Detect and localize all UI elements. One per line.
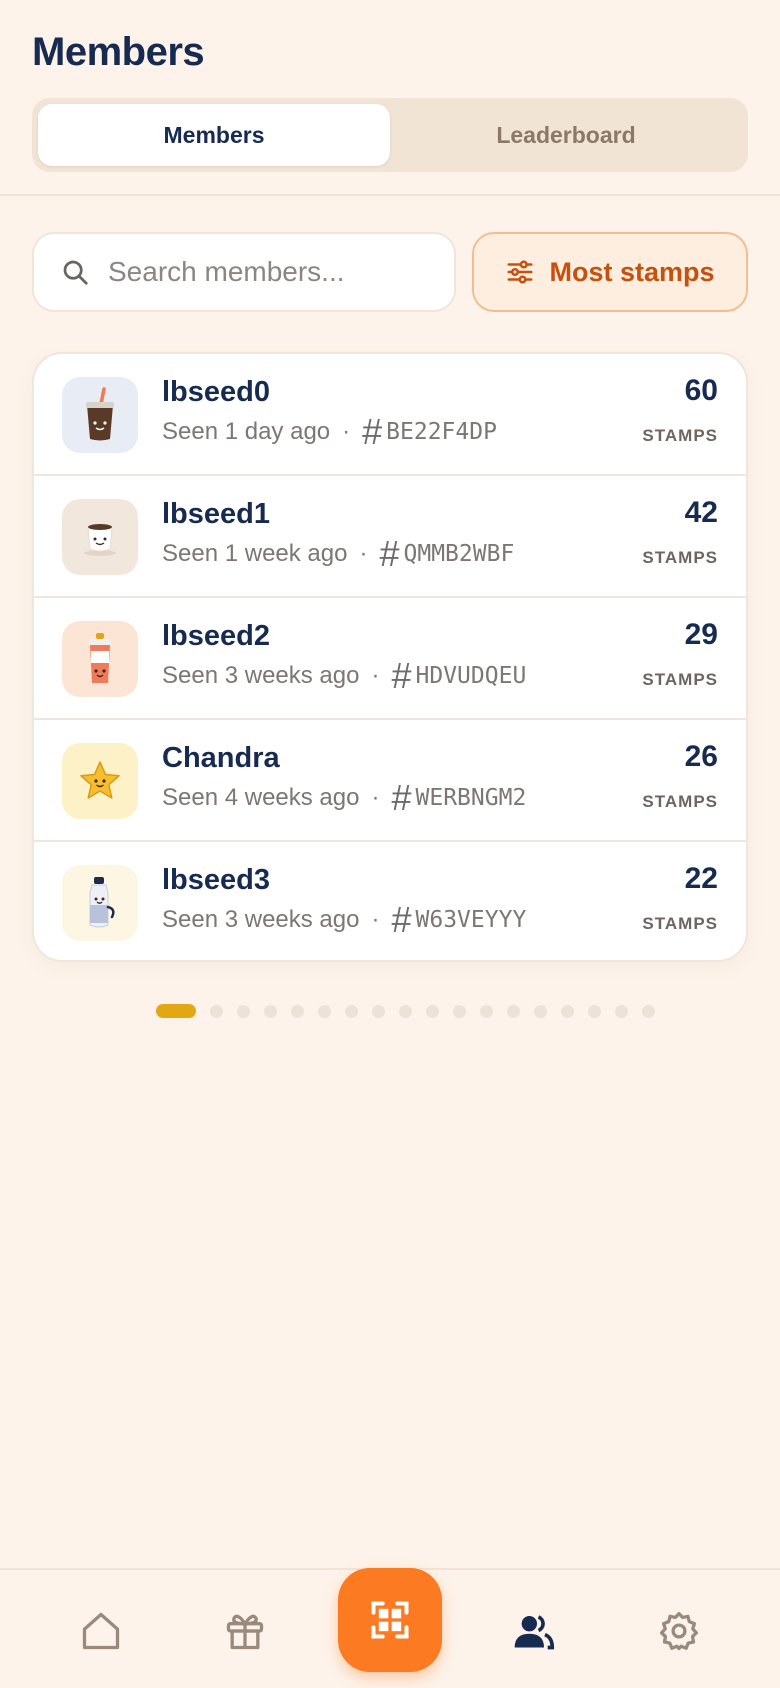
header-divider xyxy=(0,194,780,196)
stamp-count: 60 xyxy=(684,374,718,407)
pagination-dot[interactable] xyxy=(588,1004,601,1018)
member-name: Chandra xyxy=(162,742,280,774)
users-icon xyxy=(514,1615,555,1650)
member-seen: Seen 3 weeks ago xyxy=(162,906,360,933)
pagination-dots xyxy=(156,1003,669,1019)
member-row[interactable]: lbseed0 Seen 1 day ago · # BE22F4DP 60 S… xyxy=(34,354,746,476)
stamps-label: STAMPS xyxy=(642,548,718,567)
milk-bottle-icon xyxy=(89,877,115,928)
member-code: W63VEYYY xyxy=(415,907,527,933)
separator-dot: · xyxy=(371,906,380,933)
separator-dot: · xyxy=(359,540,368,567)
stamp-count: 22 xyxy=(684,862,718,895)
member-meta: Seen 1 day ago · # BE22F4DP xyxy=(162,411,497,452)
scan-button[interactable] xyxy=(338,1568,442,1672)
gear-icon xyxy=(659,1611,699,1651)
pagination-dot[interactable] xyxy=(399,1004,412,1018)
pagination-dot[interactable] xyxy=(480,1004,493,1018)
member-name: lbseed1 xyxy=(162,498,270,530)
star-icon xyxy=(80,761,120,799)
nav-rewards[interactable] xyxy=(220,1606,270,1656)
stamps-label: STAMPS xyxy=(642,426,718,445)
search-box[interactable] xyxy=(32,232,456,312)
member-name: lbseed0 xyxy=(162,376,270,408)
stamps-label: STAMPS xyxy=(642,670,718,689)
member-avatar xyxy=(62,621,138,697)
stamps-label: STAMPS xyxy=(642,792,718,811)
member-meta: Seen 3 weeks ago · # HDVUDQEU xyxy=(162,655,527,696)
member-name: lbseed2 xyxy=(162,620,270,652)
pagination-dot[interactable] xyxy=(534,1004,547,1018)
member-meta: Seen 3 weeks ago · # W63VEYYY xyxy=(162,899,527,940)
member-seen: Seen 3 weeks ago xyxy=(162,662,360,689)
takeaway-cup-icon xyxy=(89,633,111,683)
member-row[interactable]: Chandra Seen 4 weeks ago · # WERBNGM2 26… xyxy=(34,720,746,842)
separator-dot: · xyxy=(371,662,380,689)
member-code: QMMB2WBF xyxy=(403,541,515,567)
qr-scan-icon xyxy=(371,1601,409,1639)
pagination-dot[interactable] xyxy=(237,1004,250,1018)
pagination-dot[interactable] xyxy=(615,1004,628,1018)
member-name: lbseed3 xyxy=(162,864,270,896)
hash-icon: # xyxy=(362,411,383,452)
member-seen: Seen 4 weeks ago xyxy=(162,784,360,811)
pagination-dot[interactable] xyxy=(318,1004,331,1018)
pagination-dot[interactable] xyxy=(345,1004,358,1018)
pagination-dot[interactable] xyxy=(291,1004,304,1018)
member-seen: Seen 1 day ago xyxy=(162,418,331,445)
member-code: BE22F4DP xyxy=(386,419,497,445)
nav-home[interactable] xyxy=(76,1606,126,1656)
pagination-dot[interactable] xyxy=(156,1004,196,1018)
member-meta: Seen 1 week ago · # QMMB2WBF xyxy=(162,533,515,574)
gift-icon xyxy=(226,1614,264,1650)
member-code: WERBNGM2 xyxy=(415,785,527,811)
nav-settings[interactable] xyxy=(654,1606,704,1656)
member-avatar xyxy=(62,743,138,819)
pagination-dot[interactable] xyxy=(210,1004,223,1018)
pagination-dot[interactable] xyxy=(453,1004,466,1018)
member-avatar xyxy=(62,865,138,941)
member-meta: Seen 4 weeks ago · # WERBNGM2 xyxy=(162,777,527,818)
member-seen: Seen 1 week ago xyxy=(162,540,348,567)
home-icon xyxy=(82,1612,120,1650)
member-avatar xyxy=(62,499,138,575)
separator-dot: · xyxy=(342,418,351,445)
pagination-dot[interactable] xyxy=(264,1004,277,1018)
search-input[interactable] xyxy=(108,256,428,288)
nav-members[interactable] xyxy=(508,1606,558,1656)
member-row[interactable]: lbseed2 Seen 3 weeks ago · # HDVUDQEU 29… xyxy=(34,598,746,720)
hash-icon: # xyxy=(391,777,412,818)
sort-button[interactable]: Most stamps xyxy=(472,232,748,312)
member-code: HDVUDQEU xyxy=(415,663,527,689)
stamp-count: 29 xyxy=(684,618,718,651)
hash-icon: # xyxy=(379,533,400,574)
coffee-cup-icon xyxy=(84,524,116,556)
members-list: lbseed0 Seen 1 day ago · # BE22F4DP 60 S… xyxy=(32,352,748,962)
member-row[interactable]: lbseed1 Seen 1 week ago · # QMMB2WBF 42 … xyxy=(34,476,746,598)
hash-icon: # xyxy=(391,655,412,696)
pagination-dot[interactable] xyxy=(507,1004,520,1018)
bottom-nav xyxy=(0,1568,780,1688)
stamp-count: 26 xyxy=(684,740,718,773)
member-avatar xyxy=(62,377,138,453)
pagination-dot[interactable] xyxy=(561,1004,574,1018)
member-row[interactable]: lbseed3 Seen 3 weeks ago · # W63VEYYY 22… xyxy=(34,842,746,960)
hash-icon: # xyxy=(391,899,412,940)
segmented-control: Members Leaderboard xyxy=(32,98,748,172)
sort-label: Most stamps xyxy=(549,256,715,287)
search-icon xyxy=(63,260,88,285)
iced-coffee-icon xyxy=(86,387,114,441)
pagination-dot[interactable] xyxy=(642,1004,655,1018)
stamp-count: 42 xyxy=(684,496,718,529)
page-title: Members xyxy=(32,30,205,74)
tab-leaderboard[interactable]: Leaderboard xyxy=(390,104,742,166)
sliders-icon xyxy=(507,260,533,284)
tab-members[interactable]: Members xyxy=(38,104,390,166)
pagination-dot[interactable] xyxy=(426,1004,439,1018)
separator-dot: · xyxy=(371,784,380,811)
stamps-label: STAMPS xyxy=(642,914,718,933)
pagination-dot[interactable] xyxy=(372,1004,385,1018)
